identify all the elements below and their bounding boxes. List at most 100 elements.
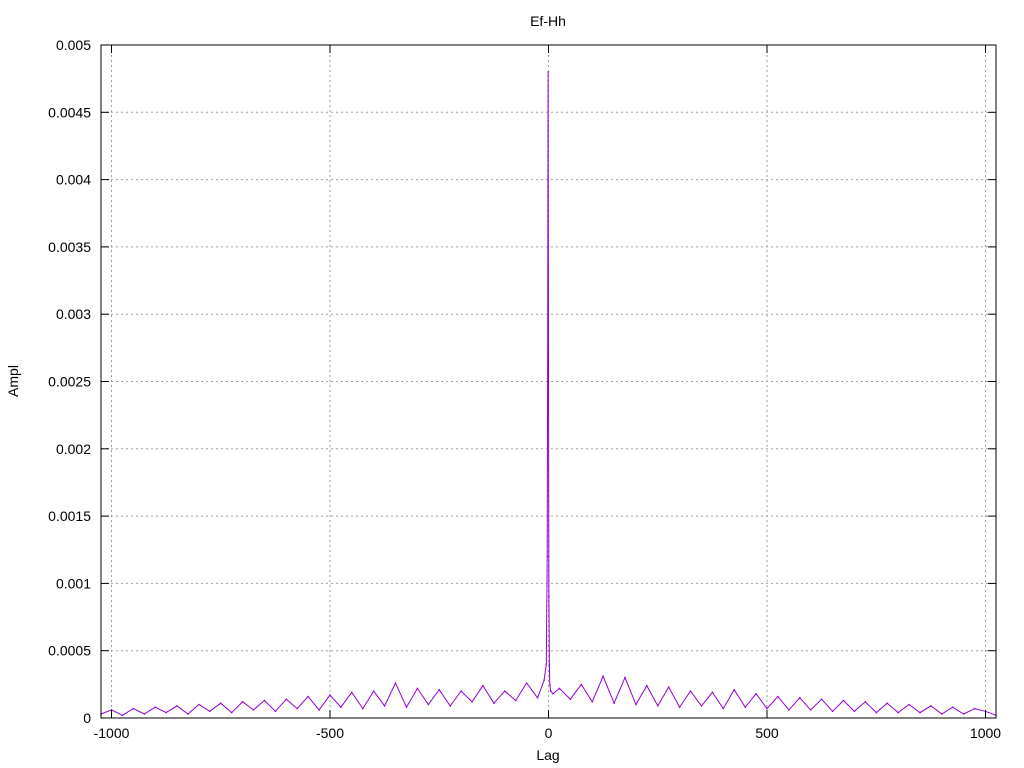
data-point <box>121 714 124 717</box>
data-point <box>777 695 779 698</box>
data-point <box>546 555 548 558</box>
data-point <box>394 682 397 684</box>
data-point <box>569 698 572 700</box>
data-point <box>285 698 288 700</box>
data-point <box>755 693 757 695</box>
data-point <box>482 684 484 687</box>
data-point <box>908 703 910 706</box>
data-point <box>613 702 615 704</box>
data-point <box>580 683 583 686</box>
data-point <box>842 699 845 702</box>
chart-title: Ef-Hh <box>530 13 566 29</box>
data-point <box>678 706 681 708</box>
data-point <box>548 596 550 598</box>
data-point <box>132 707 135 710</box>
data-point <box>546 380 549 383</box>
y-tick-label: 0.0025 <box>48 374 91 390</box>
data-point <box>853 710 856 713</box>
data-point <box>711 691 714 694</box>
x-axis-label: Lag <box>536 747 559 763</box>
y-tick-label: 0.0045 <box>48 104 91 120</box>
data-point <box>897 711 899 714</box>
data-point <box>405 706 408 708</box>
data-point <box>362 707 364 710</box>
data-point <box>460 690 462 692</box>
data-point <box>427 703 430 706</box>
data-point <box>274 710 277 713</box>
data-point <box>329 694 331 696</box>
data-point <box>219 702 222 704</box>
series-layer <box>100 71 997 717</box>
data-point <box>919 711 921 714</box>
data-point <box>635 703 637 706</box>
data-point <box>722 707 725 710</box>
data-point <box>549 683 551 686</box>
y-tick-label: 0.0015 <box>48 508 91 524</box>
data-point <box>438 688 441 691</box>
y-tick-label: 0.0005 <box>48 643 91 659</box>
data-point <box>307 695 309 698</box>
data-point <box>340 706 342 708</box>
data-point <box>187 713 189 715</box>
data-point <box>744 706 746 708</box>
x-tick-labels: -1000 -500 0 500 1000 <box>94 725 1002 741</box>
data-point <box>504 690 506 692</box>
data-point <box>545 663 548 665</box>
y-tick-label: 0.002 <box>56 441 91 457</box>
x-tick-label: 0 <box>545 725 553 741</box>
y-tick-label: 0.004 <box>56 172 91 188</box>
data-point <box>930 705 932 707</box>
data-point <box>449 705 452 707</box>
data-point <box>886 702 888 704</box>
chart: Ef-Hh -1000 -500 0 500 1000 0 0.0005 0.001 0.00… <box>5 13 1002 763</box>
data-point <box>799 697 801 699</box>
data-point <box>536 697 539 699</box>
data-point <box>471 701 473 703</box>
data-point <box>165 711 167 714</box>
x-tick-label: -500 <box>316 725 344 741</box>
data-point <box>689 690 692 692</box>
data-point <box>788 709 790 711</box>
data-point <box>657 705 659 707</box>
y-tick-label: 0.003 <box>56 306 91 322</box>
data-point <box>493 702 495 704</box>
data-point <box>263 699 266 702</box>
data-point <box>875 711 878 714</box>
data-point <box>547 367 550 369</box>
data-point <box>198 703 200 706</box>
data-point <box>591 701 593 703</box>
y-tick-label: 0.0035 <box>48 239 91 255</box>
data-point <box>549 690 552 692</box>
y-tick-label: 0 <box>83 710 91 726</box>
data-point <box>296 707 299 710</box>
data-point <box>646 684 648 687</box>
data-point <box>241 701 244 703</box>
data-point <box>525 682 528 684</box>
data-point <box>209 710 211 713</box>
data-point <box>548 663 551 665</box>
y-tick-labels: 0 0.0005 0.001 0.0015 0.002 0.0025 0.003 0.0035… <box>48 37 91 726</box>
data-point <box>514 699 517 702</box>
series-line <box>100 71 997 716</box>
data-point <box>951 706 954 708</box>
data-point <box>766 707 768 710</box>
x-tick-label: 1000 <box>970 725 1001 741</box>
data-point <box>558 687 561 690</box>
data-point <box>602 675 604 678</box>
y-axis-label: Ampl <box>5 365 21 397</box>
data-point <box>700 705 703 707</box>
data-point <box>831 710 834 713</box>
data-point <box>252 709 255 711</box>
data-point <box>941 713 943 715</box>
data-point <box>143 713 146 715</box>
data-point <box>230 711 233 714</box>
data-point <box>416 687 419 690</box>
data-point <box>667 686 670 688</box>
data-point <box>351 691 353 694</box>
x-tick-label: -1000 <box>94 725 130 741</box>
data-point <box>176 705 178 707</box>
data-point <box>552 693 554 695</box>
data-point <box>624 676 626 679</box>
data-point <box>547 71 549 73</box>
data-point <box>154 706 156 708</box>
